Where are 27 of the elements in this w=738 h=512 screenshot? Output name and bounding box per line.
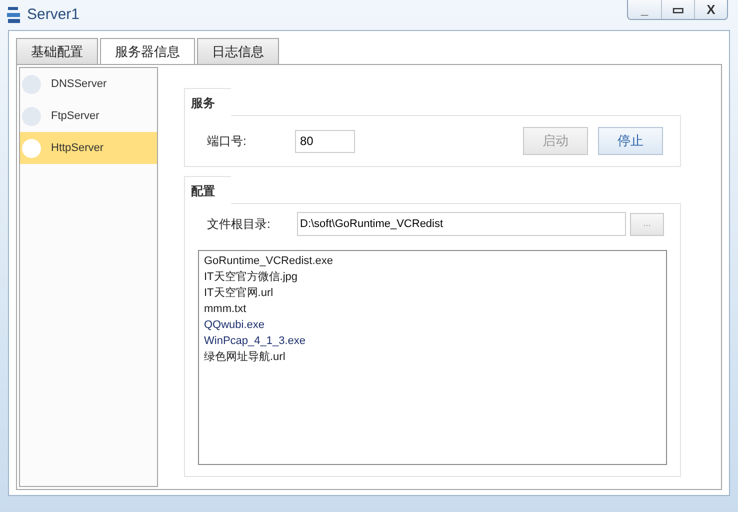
group-title: 配置 xyxy=(191,184,215,198)
server-label: HttpServer xyxy=(51,140,104,156)
file-item[interactable]: IT天空官网.url xyxy=(204,285,666,301)
server-item[interactable]: DNSServer xyxy=(20,68,157,100)
file-item[interactable]: 绿色网址导航.url xyxy=(204,349,666,365)
root-dir-label: 文件根目录: xyxy=(207,216,272,233)
tab[interactable]: 服务器信息 xyxy=(100,38,195,64)
root-dir-field[interactable]: D:\soft\GoRuntime_VCRedist xyxy=(297,212,626,236)
file-item[interactable]: mmm.txt xyxy=(204,301,666,317)
close-button[interactable]: X xyxy=(694,0,727,19)
file-item[interactable]: GoRuntime_VCRedist.exe xyxy=(204,253,666,269)
server-item[interactable]: FtpServer xyxy=(20,100,157,132)
port-label: 端口号: xyxy=(207,133,248,150)
file-item[interactable]: QQwubi.exe xyxy=(204,317,666,333)
window-title: Server1 xyxy=(27,4,80,25)
server-label: FtpServer xyxy=(51,108,100,124)
group-title: 服务 xyxy=(191,96,215,110)
server-label: DNSServer xyxy=(51,76,107,92)
minimize-button[interactable]: _ xyxy=(628,0,661,19)
tab[interactable]: 基础配置 xyxy=(16,38,98,64)
file-item[interactable]: WinPcap_4_1_3.exe xyxy=(204,333,666,349)
file-item[interactable]: IT天空官方微信.jpg xyxy=(204,269,666,285)
maximize-button[interactable]: ▭ xyxy=(661,0,694,19)
tab[interactable]: 日志信息 xyxy=(197,38,279,64)
server-item[interactable]: HttpServer xyxy=(20,132,157,164)
stop-button[interactable]: 停止 xyxy=(598,127,663,155)
port-field[interactable]: 80 xyxy=(295,130,355,152)
